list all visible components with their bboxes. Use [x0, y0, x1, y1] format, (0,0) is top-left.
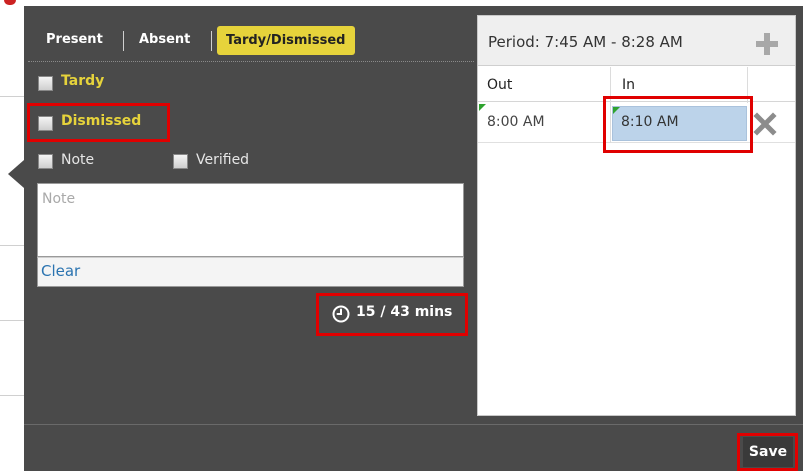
- in-time-value: 8:10 AM: [621, 114, 679, 130]
- background-divider: [0, 320, 24, 321]
- note-checkbox[interactable]: [38, 154, 53, 169]
- period-title: Period: 7:45 AM - 8:28 AM: [488, 33, 683, 51]
- edited-marker-icon: [479, 104, 486, 111]
- note-textarea[interactable]: [38, 184, 463, 256]
- popup-pointer: [8, 160, 24, 188]
- duration-text: 15 / 43 mins: [356, 304, 453, 320]
- background-divider: [0, 245, 24, 246]
- tab-tardy-dismissed[interactable]: Tardy/Dismissed: [217, 26, 355, 55]
- edited-marker-icon: [613, 107, 620, 114]
- tab-present[interactable]: Present: [38, 24, 111, 56]
- save-button[interactable]: Save: [743, 437, 793, 467]
- duration-display: 15 / 43 mins: [324, 299, 462, 329]
- column-header-in: In: [622, 77, 636, 93]
- tab-absent[interactable]: Absent: [131, 24, 198, 56]
- note-footer-bar: [37, 257, 464, 287]
- footer-divider: [24, 424, 803, 425]
- verified-checkbox[interactable]: [173, 154, 188, 169]
- dismissed-checkbox[interactable]: [38, 116, 53, 131]
- tab-separator: [123, 31, 124, 51]
- verified-label: Verified: [196, 152, 250, 168]
- background-divider: [0, 96, 24, 97]
- out-time-cell[interactable]: 8:00 AM: [487, 114, 545, 130]
- clock-icon: [332, 305, 350, 323]
- tardy-checkbox[interactable]: [38, 76, 53, 91]
- column-divider: [747, 67, 748, 103]
- dismissed-label: Dismissed: [61, 113, 142, 129]
- tab-separator: [211, 31, 212, 51]
- background-divider: [0, 395, 24, 396]
- column-header-out: Out: [487, 77, 513, 93]
- tardy-label: Tardy: [61, 73, 105, 89]
- tabs-divider: [28, 61, 474, 62]
- column-divider: [610, 67, 611, 143]
- clear-link[interactable]: Clear: [41, 262, 80, 280]
- background-page-edge: [0, 0, 24, 471]
- note-field-container: [37, 183, 464, 257]
- plus-icon[interactable]: [755, 32, 779, 56]
- note-label: Note: [61, 152, 95, 168]
- close-icon[interactable]: [753, 112, 777, 136]
